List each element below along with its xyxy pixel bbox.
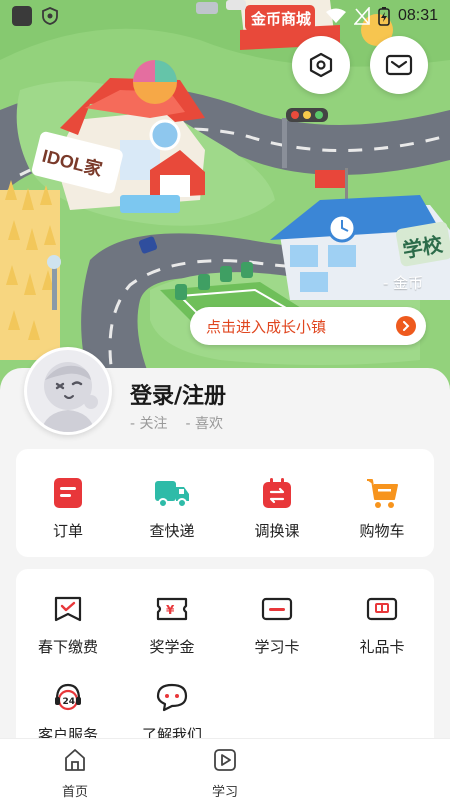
gift-card-label: 礼品卡 [359,638,405,656]
default-avatar-icon [27,350,109,432]
cart-label: 购物车 [359,522,405,540]
enter-town-button[interactable]: 点击进入成长小镇 [190,307,426,345]
messages-button[interactable] [370,36,428,94]
tuition-payment-label: 春下缴费 [37,638,98,656]
scholarship-ticket-icon: ¥ [152,589,192,629]
study-card-entry[interactable]: 学习卡 [225,589,329,657]
login-register-link[interactable]: 登录/注册 [130,378,226,410]
shield-icon [42,7,58,25]
bottom-navigation: 首页 学习 [0,738,450,800]
settings-hexagon-icon [309,52,333,78]
study-card-icon [257,589,297,629]
status-time: 08:31 [397,7,438,24]
svg-text:¥: ¥ [166,603,175,617]
wifi-icon [325,8,346,23]
app-notification-icon [12,6,32,26]
nav-study[interactable]: 学习 [185,747,265,800]
calendar-swap-icon [257,473,297,513]
customer-service-entry[interactable]: 24 客户服务 [16,677,120,745]
scholarship-entry[interactable]: ¥ 奖学金 [120,589,224,657]
customer-service-24-icon: 24 [48,677,88,717]
follow-count[interactable]: - 关注 [130,413,168,433]
enter-town-label: 点击进入成长小镇 [206,317,327,336]
orders-card: 订单 查快递 调换课 购物车 [16,449,434,557]
gift-card-icon [362,589,402,629]
nav-home[interactable]: 首页 [35,747,115,800]
cart-entry[interactable]: 购物车 [330,473,434,541]
track-delivery-entry[interactable]: 查快递 [120,473,224,541]
avatar[interactable] [24,347,112,435]
chevron-right-icon [396,316,416,336]
play-icon [214,749,236,771]
home-icon [65,749,85,771]
about-us-entry[interactable]: 了解我们 [120,677,224,745]
track-delivery-label: 查快递 [149,522,195,540]
payment-check-icon [48,589,88,629]
about-us-chat-icon [152,677,192,717]
nav-home-label: 首页 [61,785,88,800]
profile-stats: - 关注 - 喜欢 [130,413,223,433]
order-entry[interactable]: 订单 [16,473,120,541]
swap-class-entry[interactable]: 调换课 [225,473,329,541]
mail-icon [385,54,413,76]
swap-class-label: 调换课 [254,522,300,540]
services-card: 春下缴费 ¥ 奖学金 学习卡 礼品卡 24 客户服务 了解我们 [16,569,434,749]
cart-icon [362,473,402,513]
order-label: 订单 [52,522,83,540]
nav-study-label: 学习 [211,785,238,800]
order-icon [48,473,88,513]
truck-icon [152,473,192,513]
status-bar: 08:31 [0,0,450,32]
coin-balance: - 金币 [383,274,424,292]
svg-text:24: 24 [63,697,76,707]
gift-card-entry[interactable]: 礼品卡 [330,589,434,657]
no-signal-icon [353,7,370,25]
tuition-payment-entry[interactable]: 春下缴费 [16,589,120,657]
battery-charging-icon [378,7,390,26]
study-card-label: 学习卡 [254,638,300,656]
like-count[interactable]: - 喜欢 [186,413,224,433]
settings-button[interactable] [292,36,350,94]
scholarship-label: 奖学金 [149,638,195,656]
